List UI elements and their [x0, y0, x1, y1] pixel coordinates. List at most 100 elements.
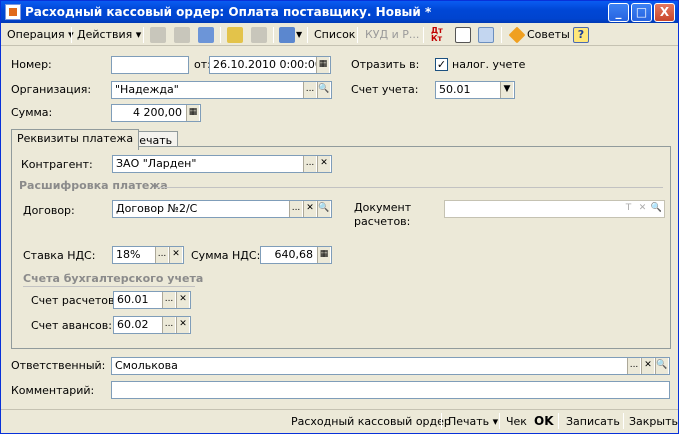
based-on-icon[interactable] [279, 27, 295, 43]
app-icon [5, 4, 21, 20]
date-field[interactable]: 26.10.2010 0:00:00 ▦ [209, 56, 331, 74]
select-button[interactable]: ... [289, 201, 302, 217]
toolbar-separator [273, 27, 274, 43]
comment-label: Комментарий: [11, 384, 95, 397]
advance-account-field[interactable]: 60.02 ... ✕ [113, 316, 191, 334]
contract-label: Договор: [23, 204, 75, 217]
calendar-icon[interactable]: ▦ [316, 57, 329, 73]
ok-button[interactable]: OK [534, 414, 554, 428]
account-label: Счет учета: [351, 83, 419, 96]
actions-menu[interactable]: Действия ▾ [77, 27, 141, 43]
move-icon[interactable] [150, 27, 166, 43]
help-button[interactable]: ? [573, 27, 589, 43]
structure-icon[interactable] [478, 27, 494, 43]
tax-accounting-checkbox[interactable]: ✓ [435, 58, 448, 71]
toolbar-separator [558, 413, 559, 429]
clear-icon[interactable]: ✕ [641, 358, 654, 374]
settlement-account-field[interactable]: 60.01 ... ✕ [113, 291, 191, 309]
vat-rate-field[interactable]: 18% ... ✕ [112, 246, 184, 264]
payment-breakdown-title: Расшифровка платежа [19, 179, 168, 192]
counterparty-value: ЗАО "Ларден" [116, 157, 197, 170]
settlement-account-value: 60.01 [117, 293, 149, 306]
post-document-icon[interactable] [227, 27, 243, 43]
contract-field[interactable]: Договор №2/С ... ✕ 🔍 [112, 200, 332, 218]
sum-label: Сумма: [11, 106, 53, 119]
advice-button[interactable]: Советы [527, 27, 570, 43]
select-button[interactable]: ... [627, 358, 640, 374]
sum-field[interactable]: 4 200,00 ▦ [111, 104, 201, 122]
toolbar-separator [499, 413, 500, 429]
toolbar-separator [423, 27, 424, 43]
advance-account-label: Счет авансов: [31, 319, 112, 332]
close-window-button[interactable]: X [654, 3, 675, 22]
search-icon[interactable]: 🔍 [317, 201, 330, 217]
title-bar: Расходный кассовый ордер: Оплата поставщ… [1, 1, 678, 23]
date-value: 26.10.2010 0:00:00 [213, 58, 322, 71]
save-button[interactable]: Записать [566, 415, 620, 428]
operation-menu[interactable]: Операция ▾ [7, 27, 74, 43]
number-field[interactable] [111, 56, 189, 74]
chevron-down-icon[interactable]: ▼ [296, 27, 302, 43]
clear-icon[interactable]: ✕ [169, 247, 182, 263]
clear-icon[interactable]: ✕ [303, 201, 316, 217]
window-title: Расходный кассовый ордер: Оплата поставщ… [25, 5, 432, 19]
debit-credit-icon[interactable]: Дт Кт [431, 27, 447, 43]
search-icon[interactable]: 🔍 [650, 201, 663, 217]
maximize-button[interactable]: □ [631, 3, 652, 22]
organization-field[interactable]: "Надежда" ... 🔍 [111, 81, 332, 99]
tab-payment-details[interactable]: Реквизиты платежа [11, 129, 140, 150]
counterparty-label: Контрагент: [21, 158, 93, 171]
toolbar-separator [441, 413, 442, 429]
advice-icon [508, 26, 526, 44]
vat-rate-value: 18% [116, 248, 141, 261]
reflect-in-label: Отразить в: [351, 58, 420, 71]
vat-sum-label: Сумма НДС: [191, 249, 261, 262]
settlement-doc-field[interactable]: T ✕ 🔍 [444, 200, 665, 218]
settlement-account-label: Счет расчетов: [31, 294, 119, 307]
settlement-doc-label: Документ расчетов: [354, 201, 412, 228]
clear-icon[interactable]: ✕ [317, 156, 330, 172]
report-icon[interactable] [455, 27, 471, 43]
clear-icon[interactable]: ✕ [636, 201, 649, 217]
select-button[interactable]: ... [303, 156, 316, 172]
toolbar-separator [501, 27, 502, 43]
toolbar-separator [357, 27, 358, 43]
contract-value: Договор №2/С [116, 202, 198, 215]
toolbar: Операция ▾ Действия ▾ ▼ Список КУД и Р..… [1, 24, 678, 46]
clear-icon[interactable]: ✕ [176, 292, 189, 308]
sum-value: 4 200,00 [133, 106, 182, 119]
vat-sum-field[interactable]: 640,68 ▦ [260, 246, 332, 264]
toolbar-separator [307, 27, 308, 43]
select-button[interactable]: ... [162, 317, 175, 333]
calculator-icon[interactable]: ▦ [317, 247, 330, 263]
toolbar-separator [623, 413, 624, 429]
receipt-button[interactable]: Чек [506, 415, 527, 428]
list-button[interactable]: Список [314, 27, 355, 43]
vat-rate-label: Ставка НДС: [23, 249, 96, 262]
delete-icon[interactable] [174, 27, 190, 43]
account-select[interactable]: 50.01 ▼ [435, 81, 515, 99]
search-icon[interactable]: 🔍 [655, 358, 668, 374]
kud-button[interactable]: КУД и Р... [365, 27, 419, 43]
comment-field[interactable] [111, 381, 670, 399]
search-icon[interactable]: 🔍 [317, 82, 330, 98]
counterparty-field[interactable]: ЗАО "Ларден" ... ✕ [112, 155, 332, 173]
select-button[interactable]: ... [303, 82, 316, 98]
refresh-icon[interactable] [198, 27, 214, 43]
minimize-button[interactable]: _ [608, 3, 629, 22]
account-value: 50.01 [439, 83, 471, 96]
document-window: Расходный кассовый ордер: Оплата поставщ… [0, 0, 679, 434]
divider [156, 187, 663, 188]
select-button[interactable]: ... [155, 247, 168, 263]
responsible-field[interactable]: Смолькова ... ✕ 🔍 [111, 357, 670, 375]
close-button[interactable]: Закрыть [629, 415, 678, 428]
command-bar: Расходный кассовый ордер Печать ▾ Чек OK… [1, 409, 678, 433]
type-icon[interactable]: T [622, 201, 635, 217]
order-print-button[interactable]: Расходный кассовый ордер [291, 415, 451, 428]
clear-icon[interactable]: ✕ [176, 317, 189, 333]
unpost-icon[interactable] [251, 27, 267, 43]
select-button[interactable]: ... [162, 292, 175, 308]
calculator-icon[interactable]: ▦ [186, 105, 199, 121]
print-menu[interactable]: Печать ▾ [448, 415, 498, 428]
chevron-down-icon[interactable]: ▼ [500, 82, 513, 98]
